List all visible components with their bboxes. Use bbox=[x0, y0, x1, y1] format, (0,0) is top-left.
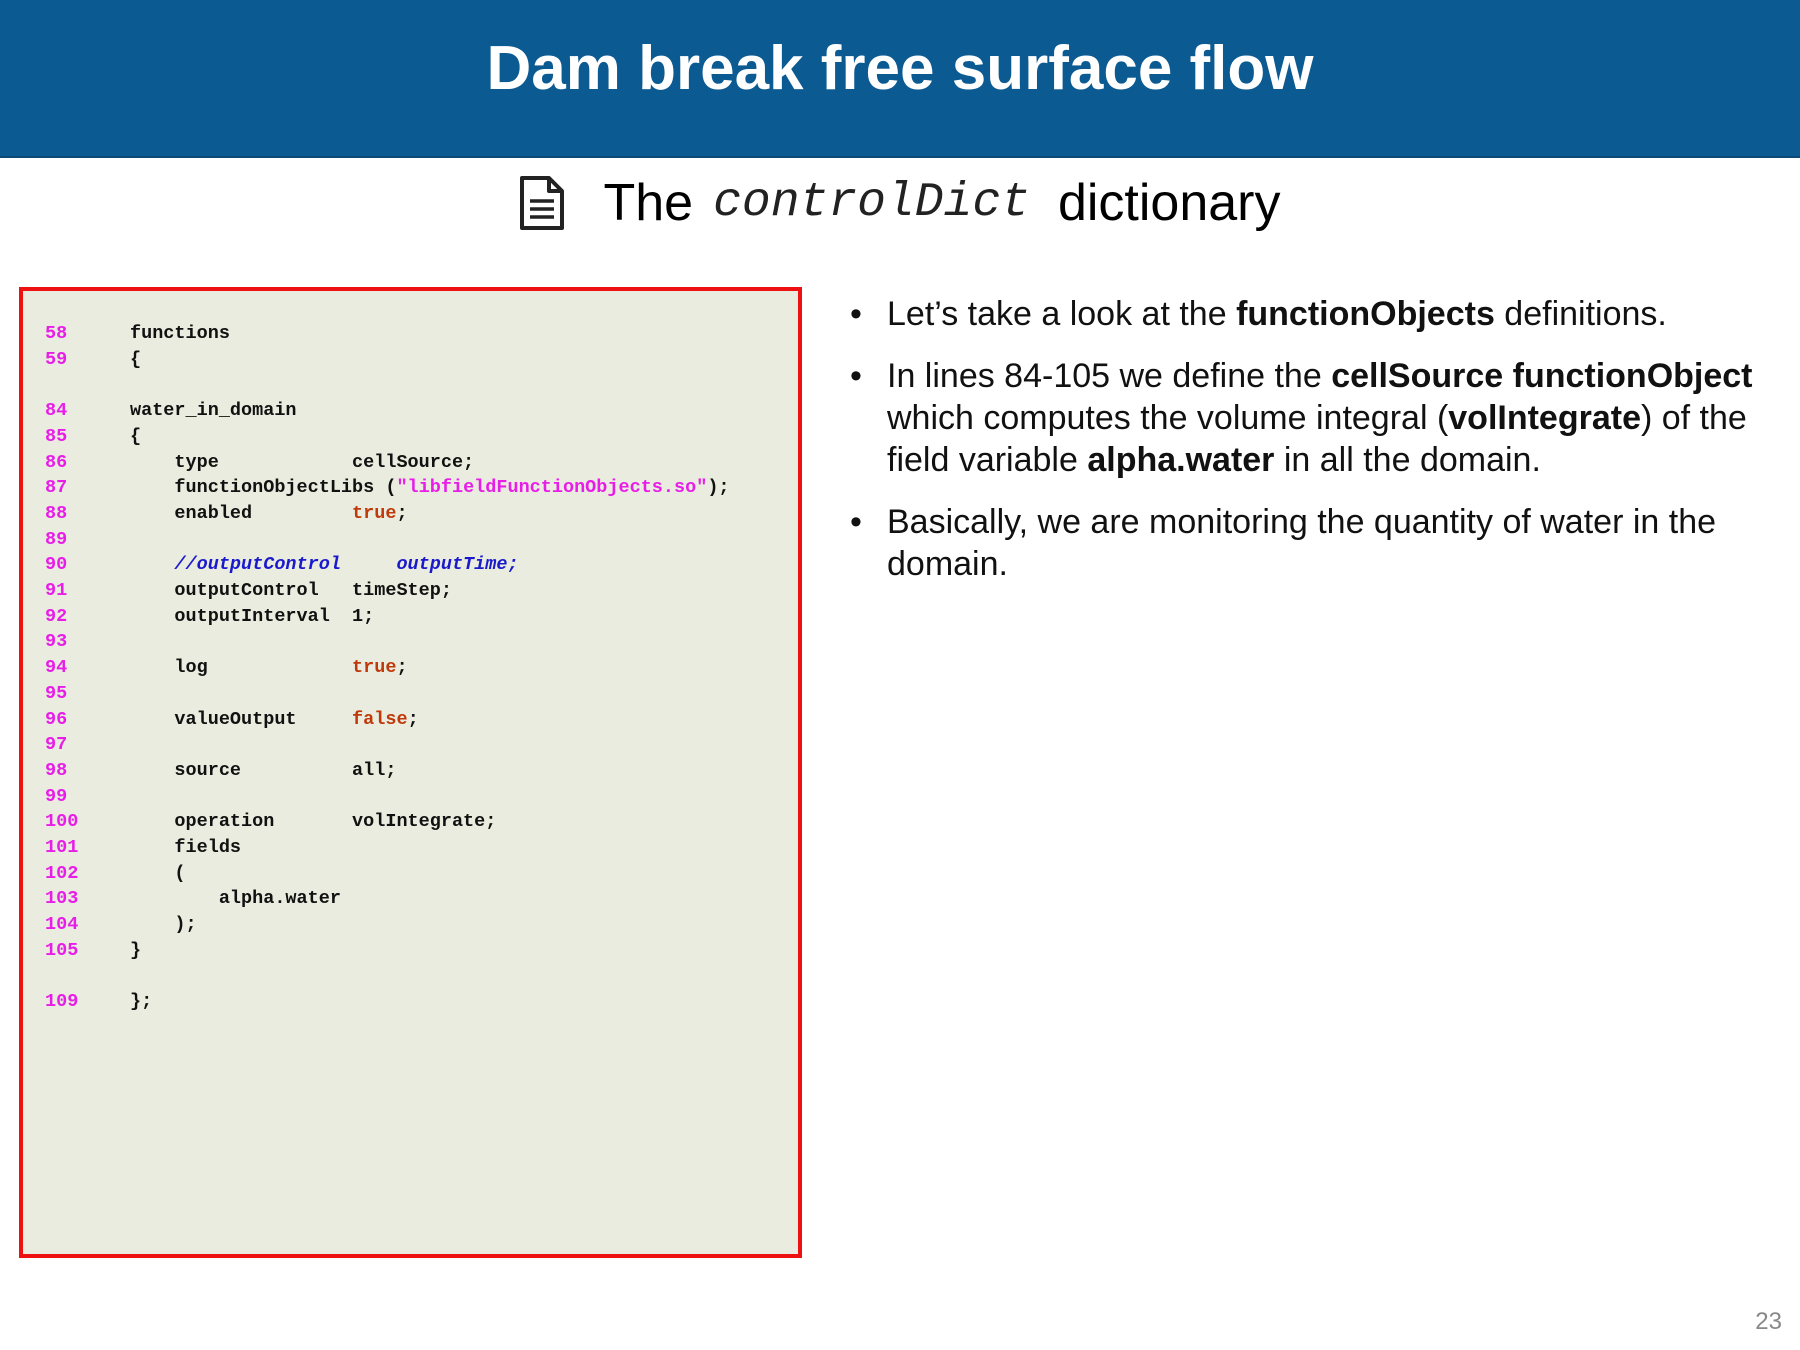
line-number: 99 bbox=[45, 785, 68, 807]
bullet-item: • Basically, we are monitoring the quanti… bbox=[850, 501, 1780, 585]
bullet-item: • Let’s take a look at the functionObject… bbox=[850, 293, 1780, 335]
code-text: alpha.water bbox=[130, 886, 341, 912]
code-text: ( bbox=[130, 861, 186, 887]
line-number: 88 bbox=[45, 502, 68, 524]
line-number: 94 bbox=[45, 657, 68, 679]
code-token: valueOutput bbox=[130, 708, 353, 730]
code-token: operation volIntegrate; bbox=[130, 811, 497, 833]
bullet-text: In lines 84-105 we define the bbox=[887, 357, 1332, 395]
line-number: 97 bbox=[45, 734, 68, 756]
code-text: }; bbox=[130, 989, 152, 1015]
code-text: { bbox=[130, 424, 141, 450]
code-text: source all; bbox=[130, 758, 396, 784]
code-text: log true; bbox=[130, 655, 408, 681]
code-comment: //outputControl outputTime; bbox=[130, 554, 519, 576]
line-number: 90 bbox=[45, 554, 68, 576]
line-number: 87 bbox=[45, 477, 68, 499]
code-text: operation volIntegrate; bbox=[130, 809, 496, 835]
code-text: ); bbox=[130, 912, 197, 938]
line-number: 101 bbox=[45, 837, 79, 858]
code-text: functionObjectLibs ("libfieldFunctionObj… bbox=[130, 475, 730, 501]
code-token: ; bbox=[407, 708, 419, 730]
bullet-list: • Let’s take a look at the functionObject… bbox=[850, 293, 1780, 605]
code-token: fields bbox=[130, 837, 242, 858]
line-number: 103 bbox=[45, 888, 79, 910]
code-token: log bbox=[130, 657, 353, 679]
line-number: 104 bbox=[45, 914, 79, 936]
line-number: 96 bbox=[45, 708, 68, 730]
code-token: functions bbox=[130, 323, 230, 344]
code-token: } bbox=[130, 939, 142, 961]
bullet-emphasis: functionObjects bbox=[1236, 295, 1495, 333]
subtitle-prefix: The bbox=[603, 174, 694, 232]
line-number: 102 bbox=[45, 862, 79, 884]
code-token: source all; bbox=[130, 759, 397, 781]
bullet-text: which computes the volume integral ( bbox=[887, 399, 1449, 437]
line-number: 105 bbox=[45, 939, 79, 961]
subtitle-suffix: dictionary bbox=[1057, 174, 1281, 232]
line-number: 59 bbox=[45, 348, 68, 370]
code-token: water_in_domain bbox=[130, 400, 297, 422]
code-listing-panel: 58 functions 59 {84 water_in_domain 85 {86 typ… bbox=[19, 287, 802, 1258]
bullet-marker: • bbox=[850, 295, 862, 333]
page-number: 23 bbox=[1755, 1308, 1782, 1335]
subtitle-filename: controlDict bbox=[713, 176, 1030, 230]
line-number: 109 bbox=[45, 991, 79, 1013]
code-text: outputControl timeStep; bbox=[130, 578, 452, 604]
code-token: outputInterval 1; bbox=[130, 605, 375, 627]
code-string: "libfieldFunctionObjects.so" bbox=[396, 477, 708, 499]
line-number: 92 bbox=[45, 605, 68, 627]
line-number: 86 bbox=[45, 451, 68, 473]
code-text: water_in_domain bbox=[130, 398, 297, 424]
bullet-text: Let’s take a look at the bbox=[887, 295, 1237, 333]
bullet-emphasis: volIntegrate bbox=[1448, 399, 1641, 437]
code-token: { bbox=[130, 425, 142, 447]
code-token: ); bbox=[707, 477, 730, 499]
code-token: ; bbox=[396, 502, 408, 524]
line-number: 58 bbox=[45, 323, 68, 344]
code-token: ( bbox=[130, 862, 186, 884]
line-number: 100 bbox=[45, 811, 79, 833]
code-text: enabled true; bbox=[130, 501, 408, 527]
code-text: fields bbox=[130, 835, 241, 861]
code-keyword: true bbox=[352, 502, 397, 524]
bullet-emphasis: cellSource functionObject bbox=[1331, 357, 1753, 395]
code-text: { bbox=[130, 347, 141, 373]
code-token: outputControl timeStep; bbox=[130, 580, 452, 601]
code-text: //outputControl outputTime; bbox=[130, 552, 519, 578]
code-token: ); bbox=[130, 914, 197, 936]
code-text: functions bbox=[130, 321, 230, 347]
code-token: type cellSource; bbox=[130, 451, 475, 473]
line-number: 98 bbox=[45, 759, 68, 781]
code-token: functionObjectLibs ( bbox=[130, 477, 397, 499]
code-token: { bbox=[130, 348, 142, 370]
line-number: 85 bbox=[45, 425, 68, 447]
code-text: } bbox=[130, 938, 141, 964]
bullet-marker: • bbox=[850, 357, 862, 395]
code-token: alpha.water bbox=[130, 888, 341, 910]
subtitle: The controlDict dictionary bbox=[0, 168, 1800, 238]
bullet-emphasis: alpha.water bbox=[1087, 441, 1275, 479]
line-number: 95 bbox=[45, 682, 68, 704]
bullet-item: • In lines 84-105 we define the cellSourc… bbox=[850, 355, 1780, 481]
line-number: 93 bbox=[45, 631, 68, 653]
code-text: type cellSource; bbox=[130, 450, 474, 476]
code-keyword: false bbox=[352, 708, 408, 730]
line-number: 89 bbox=[45, 528, 68, 550]
code-token: ; bbox=[396, 657, 408, 679]
bullet-text: in all the domain. bbox=[1274, 441, 1541, 479]
header-bar: Dam break free surface flow bbox=[0, 0, 1800, 158]
line-number: 84 bbox=[45, 400, 68, 422]
bullet-marker: • bbox=[850, 503, 862, 541]
line-number: 91 bbox=[45, 580, 68, 601]
document-icon bbox=[520, 176, 565, 230]
slide-title: Dam break free surface flow bbox=[486, 34, 1314, 103]
bullet-text: definitions. bbox=[1494, 295, 1667, 333]
code-token: enabled bbox=[130, 502, 353, 524]
code-text: valueOutput false; bbox=[130, 707, 419, 733]
bullet-text: Basically, we are monitoring the quantit… bbox=[887, 503, 1717, 583]
code-keyword: true bbox=[352, 657, 397, 679]
code-text: outputInterval 1; bbox=[130, 604, 374, 630]
code-token: }; bbox=[130, 991, 153, 1013]
